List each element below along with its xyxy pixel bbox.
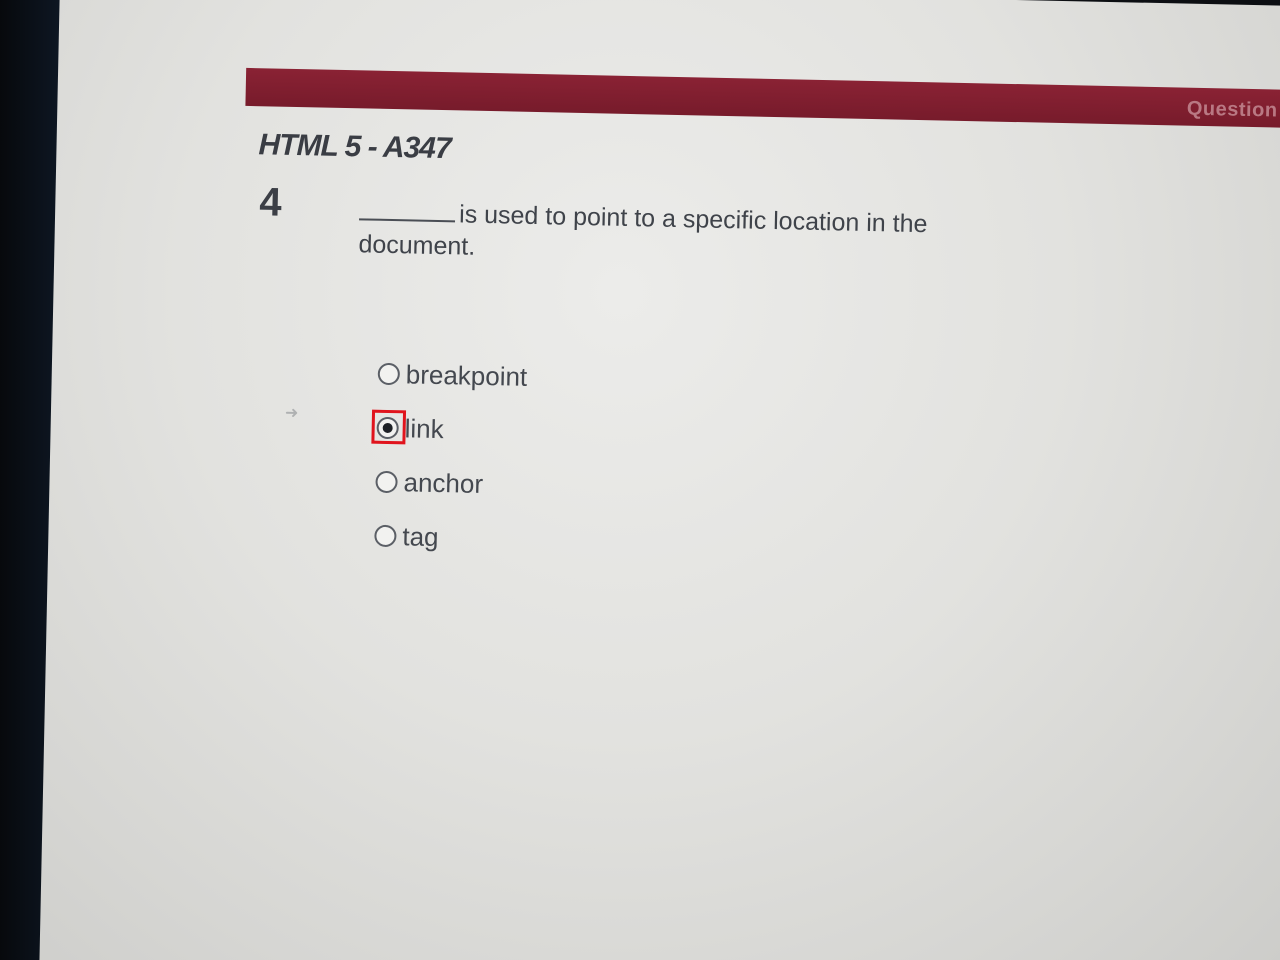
option-label-tag: tag (402, 520, 439, 552)
question-text: is used to point to a specific location … (358, 196, 999, 273)
question-number: 4 (258, 180, 283, 225)
option-label-breakpoint: breakpoint (405, 358, 528, 392)
header-question-label: Question (1186, 97, 1278, 122)
option-label-anchor: anchor (403, 466, 484, 499)
selection-highlight-box (371, 409, 407, 445)
answer-blank (359, 196, 456, 223)
radio-breakpoint[interactable] (377, 362, 401, 386)
radio-tag[interactable] (374, 524, 397, 548)
option-link[interactable]: link (371, 401, 527, 458)
radio-anchor[interactable] (375, 470, 398, 494)
option-anchor[interactable]: anchor (375, 455, 526, 512)
quiz-screen: Question HTML 5 - A347 4 is used to poin… (39, 0, 1280, 960)
option-breakpoint[interactable]: breakpoint (377, 347, 528, 404)
option-tag[interactable]: tag (374, 509, 525, 566)
answer-options: breakpoint link anchor tag (371, 347, 528, 566)
option-label-link: link (404, 412, 445, 444)
header-bar: Question (245, 67, 1280, 128)
exam-title: HTML 5 - A347 (258, 128, 451, 166)
mouse-pointer-icon: ➜ (284, 404, 299, 423)
